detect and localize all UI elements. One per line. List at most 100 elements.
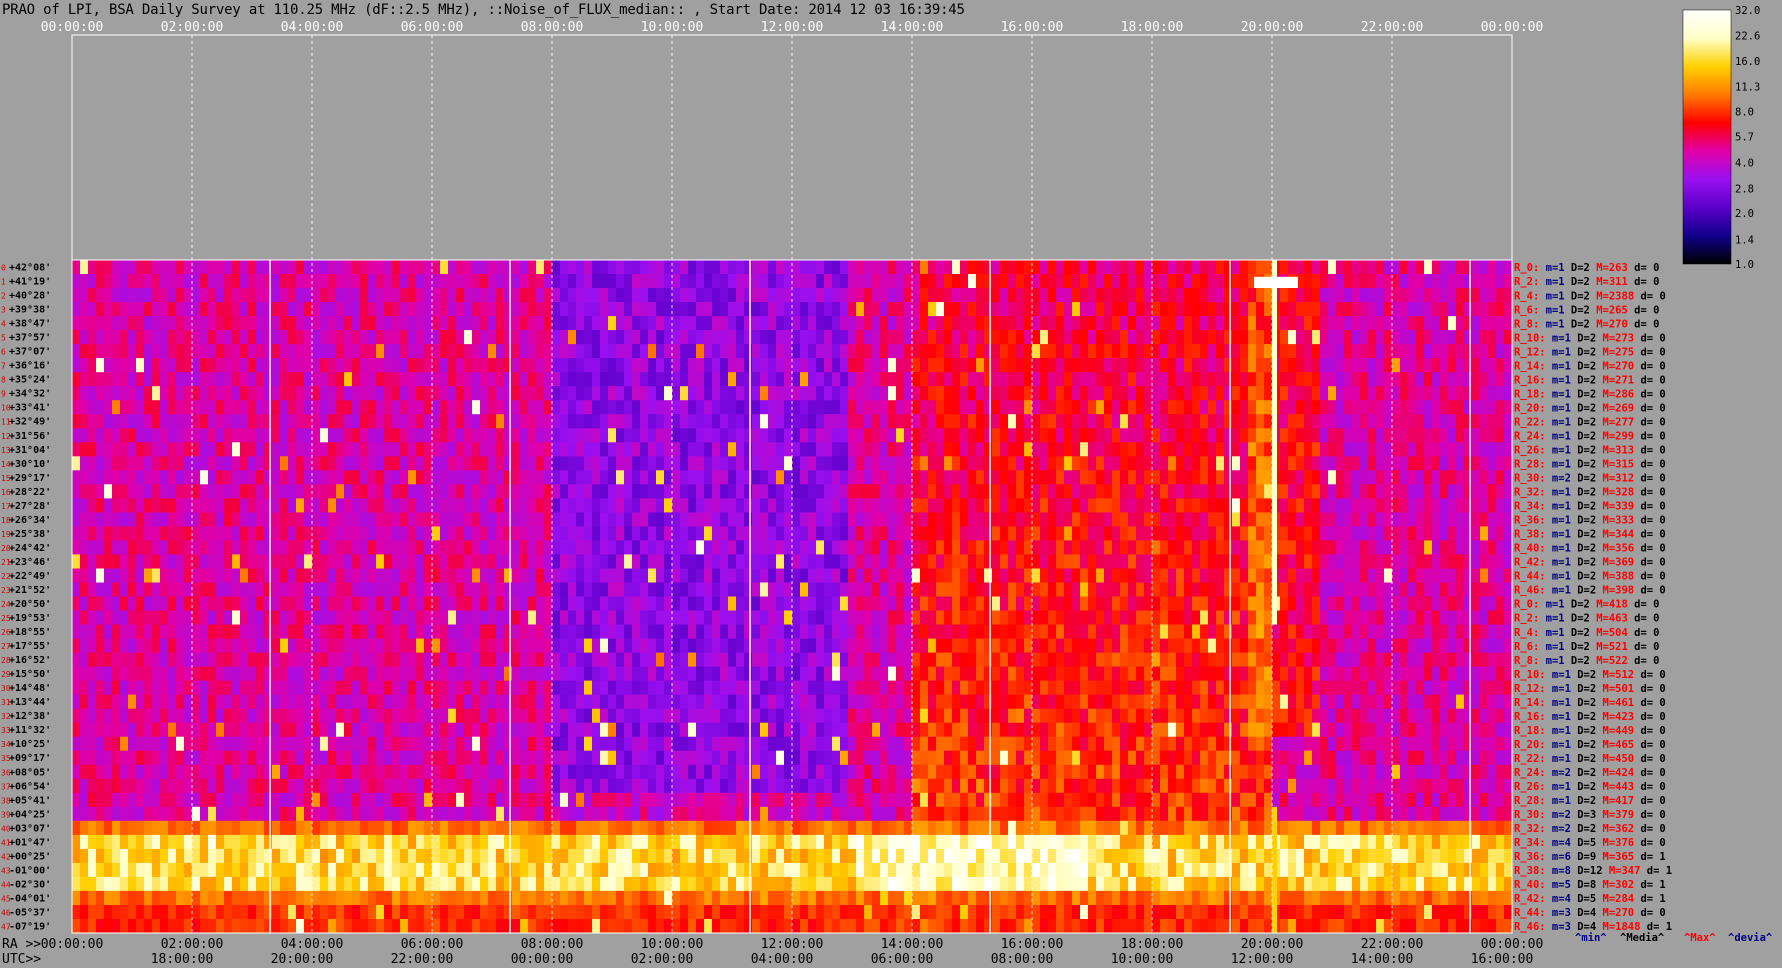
heatmap-cell (1480, 442, 1488, 457)
heatmap-cell (200, 638, 208, 654)
heatmap-cell (824, 638, 832, 654)
heatmap-cell (1320, 554, 1328, 569)
heatmap-cell (1192, 428, 1200, 443)
heatmap-cell (408, 568, 416, 583)
heatmap-cell (1488, 582, 1496, 597)
heatmap-cell (216, 554, 224, 569)
heatmap-cell (752, 400, 760, 415)
heatmap-cell (872, 596, 880, 611)
heatmap-cell (800, 484, 808, 499)
heatmap-cell (648, 596, 656, 611)
heatmap-cell (288, 344, 296, 359)
heatmap-cell (224, 372, 232, 387)
heatmap-cell (240, 372, 248, 387)
heatmap-cell (1288, 344, 1296, 359)
heatmap-cell (1096, 274, 1104, 289)
heatmap-cell (1048, 526, 1056, 541)
heatmap-cell (840, 470, 848, 485)
heatmap-cell (896, 512, 904, 527)
heatmap-cell (176, 372, 184, 387)
heatmap-cell (1064, 596, 1072, 611)
heatmap-cell (264, 386, 272, 401)
heatmap-cell (344, 638, 352, 654)
heatmap-cell (920, 596, 928, 611)
heatmap-cell (1344, 260, 1352, 275)
heatmap-cell (88, 274, 96, 289)
heatmap-cell (464, 554, 472, 569)
heatmap-cell (560, 512, 568, 527)
heatmap-cell (544, 302, 552, 317)
heatmap-cell (1384, 302, 1392, 317)
heatmap-cell (464, 358, 472, 373)
heatmap-cell (1312, 414, 1320, 429)
heatmap-cell (1152, 400, 1160, 415)
heatmap-cell (1496, 428, 1504, 443)
heatmap-cell (496, 540, 504, 555)
heatmap-cell (512, 442, 520, 457)
heatmap-cell (1152, 596, 1160, 611)
heatmap-cell (88, 344, 96, 359)
heatmap-cell (1088, 358, 1096, 373)
heatmap-cell (304, 344, 312, 359)
heatmap-cell (600, 330, 608, 345)
heatmap-cell (1000, 456, 1008, 471)
heatmap-cell (1448, 372, 1456, 387)
heatmap-cell (320, 372, 328, 387)
heatmap-cell (1032, 428, 1040, 443)
heatmap-cell (1456, 414, 1464, 429)
heatmap-cell (352, 610, 360, 625)
heatmap-cell (600, 638, 608, 654)
heatmap-cell (1096, 568, 1104, 583)
heatmap-cell (1112, 526, 1120, 541)
heatmap-cell (464, 638, 472, 654)
heatmap-cell (1144, 358, 1152, 373)
heatmap-cell (1280, 414, 1288, 429)
heatmap-cell (1304, 540, 1312, 555)
heatmap-cell (1472, 568, 1480, 583)
heatmap-cell (760, 568, 768, 583)
heatmap-cell (816, 498, 824, 513)
heatmap-cell (424, 470, 432, 485)
heatmap-cell (792, 582, 800, 597)
heatmap-cell (1088, 302, 1096, 317)
heatmap-cell (1480, 624, 1488, 639)
heatmap-cell (416, 330, 424, 345)
heatmap-cell (88, 568, 96, 583)
heatmap-cell (504, 456, 512, 471)
heatmap-cell (1392, 540, 1400, 555)
heatmap-cell (1120, 414, 1128, 429)
heatmap-cell (568, 400, 576, 415)
heatmap-cell (136, 456, 144, 471)
heatmap-cell (232, 456, 240, 471)
heatmap-cell (1248, 526, 1256, 541)
heatmap-cell (1376, 498, 1384, 513)
heatmap-cell (944, 596, 952, 611)
heatmap-cell (976, 554, 984, 569)
heatmap-cell (472, 540, 480, 555)
heatmap-cell (1104, 316, 1112, 331)
heatmap-cell (1416, 344, 1424, 359)
heatmap-cell (1304, 470, 1312, 485)
heatmap-cell (1368, 274, 1376, 289)
heatmap-cell (216, 372, 224, 387)
heatmap-cell (232, 330, 240, 345)
heatmap-cell (1144, 624, 1152, 639)
heatmap-cell (1344, 470, 1352, 485)
heatmap-cell (424, 484, 432, 499)
heatmap-cell (288, 526, 296, 541)
heatmap-cell (1408, 330, 1416, 345)
heatmap-cell (344, 316, 352, 331)
heatmap-cell (1136, 610, 1144, 625)
heatmap-cell (864, 526, 872, 541)
heatmap-cell (1056, 344, 1064, 359)
heatmap-cell (1496, 260, 1504, 275)
heatmap-cell (664, 456, 672, 471)
heatmap-cell (400, 638, 408, 654)
heatmap-cell (592, 400, 600, 415)
heatmap-cell (888, 512, 896, 527)
heatmap-cell (88, 610, 96, 625)
heatmap-cell (1008, 498, 1016, 513)
heatmap-cell (1504, 512, 1512, 527)
heatmap-cell (992, 470, 1000, 485)
heatmap-cell (1152, 484, 1160, 499)
